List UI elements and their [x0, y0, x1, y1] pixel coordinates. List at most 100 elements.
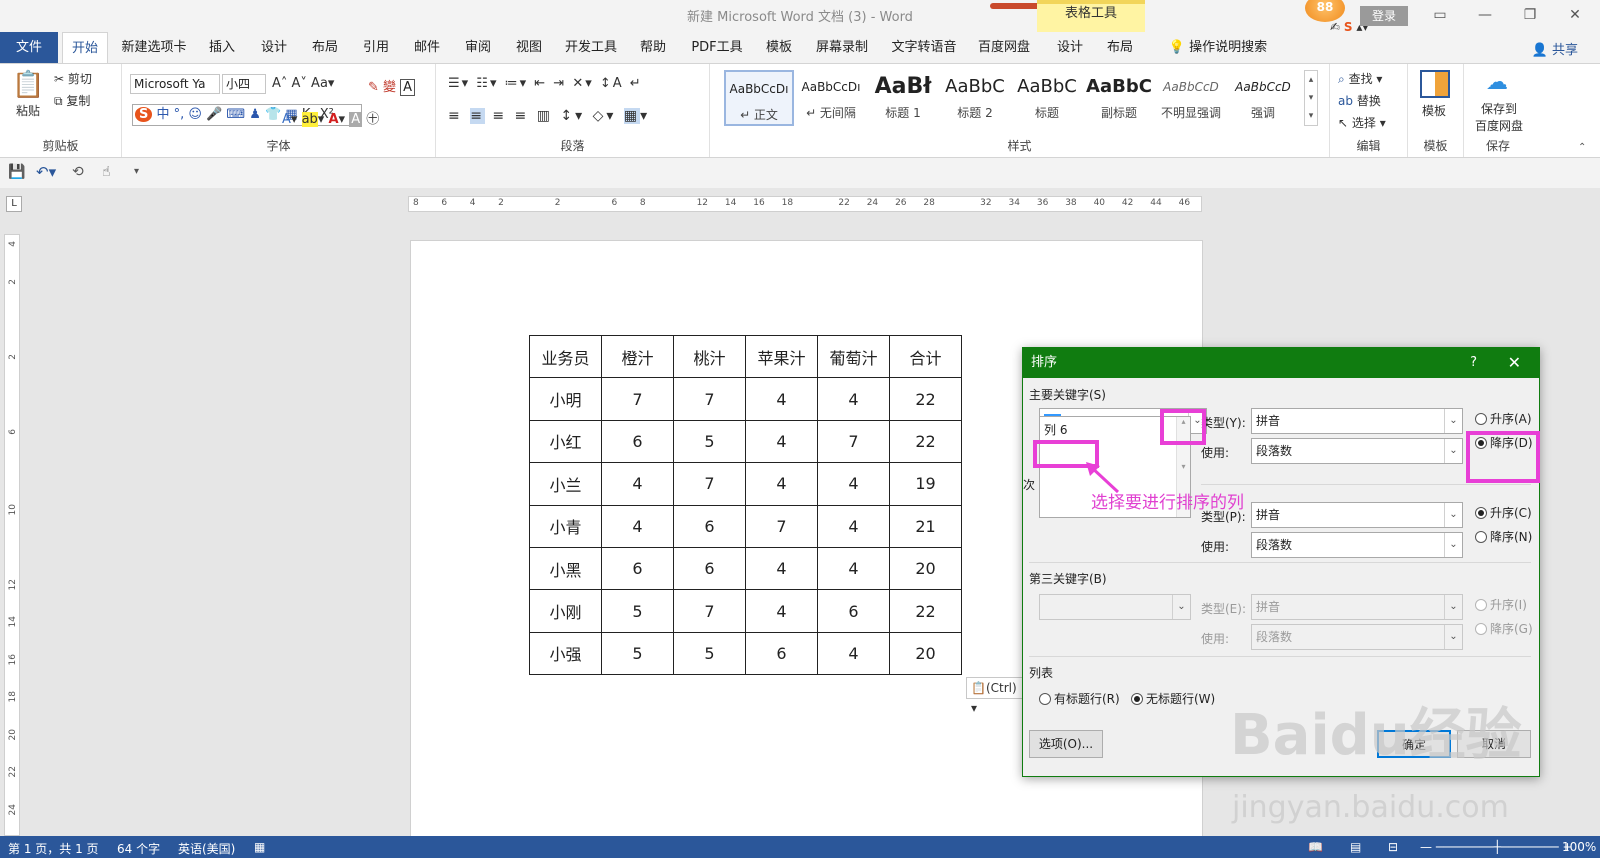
tab-tts[interactable]: 文字转语音 [886, 32, 962, 63]
table-cell[interactable]: 4 [817, 504, 890, 548]
table-cell[interactable]: 22 [889, 377, 962, 421]
save-to-baidu-button[interactable]: 保存到 百度网盘 [1474, 100, 1524, 134]
table-cell[interactable]: 桃汁 [673, 334, 746, 379]
tab-file[interactable]: 文件 [0, 32, 58, 63]
table-cell[interactable]: 小兰 [529, 462, 602, 506]
print-layout-icon[interactable]: ▤ [1350, 840, 1361, 854]
table-cell[interactable]: 合计 [889, 334, 962, 379]
tab-template[interactable]: 模板 [759, 32, 799, 63]
ribbon-display-options-icon[interactable]: ▭ [1425, 4, 1455, 26]
table-cell[interactable]: 葡萄汁 [817, 334, 890, 379]
style-title[interactable]: AaBbC 标题 [1012, 70, 1082, 126]
table-cell[interactable]: 4 [745, 589, 818, 633]
table-cell[interactable]: 6 [745, 631, 818, 676]
table-cell[interactable]: 4 [745, 377, 818, 421]
zoom-slider[interactable]: — ────────┼──────── + [1420, 840, 1573, 854]
share-button[interactable]: 👤 共享 [1532, 39, 1578, 58]
tab-view[interactable]: 视图 [509, 32, 549, 63]
table-cell[interactable]: 7 [673, 377, 746, 421]
text-effects-icon[interactable]: A▾ ab▾ A▾ A ㊉ [282, 108, 379, 127]
table-cell[interactable]: 22 [889, 419, 962, 464]
table-cell[interactable]: 小强 [529, 631, 602, 676]
style-emphasis[interactable]: AaBbCcD 强调 [1228, 70, 1298, 126]
tab-layout[interactable]: 布局 [305, 32, 345, 63]
table-cell[interactable]: 5 [673, 631, 746, 676]
save-icon[interactable]: 💾 [8, 164, 25, 180]
vertical-ruler[interactable]: 4 2 2 6 10 12 14 16 18 20 22 24 [4, 234, 20, 836]
style-no-spacing[interactable]: AaBbCcDı ↵ 无间隔 [796, 70, 866, 126]
table-cell[interactable]: 6 [601, 419, 674, 464]
table-cell[interactable]: 小明 [529, 377, 602, 421]
tell-me-search[interactable]: 💡 操作说明搜索 [1158, 32, 1278, 63]
table-cell[interactable]: 7 [817, 419, 890, 464]
tab-help[interactable]: 帮助 [633, 32, 673, 63]
alignment-buttons-icon[interactable]: ≡ ≡ ≡ ≡ ▥ ↕▾ ◇▾ ▦▾ [448, 108, 650, 124]
replace-button[interactable]: ab 替换 [1338, 92, 1381, 109]
use-select[interactable]: 段落数 ⌄ [1251, 438, 1463, 464]
type-y-select[interactable]: 拼音 ⌄ [1251, 408, 1463, 434]
language[interactable]: 英语(美国) [178, 840, 235, 857]
redo-icon[interactable]: ⟲ [72, 164, 84, 180]
table-cell[interactable]: 6 [673, 546, 746, 591]
style-heading2[interactable]: AaBbC 标题 2 [940, 70, 1010, 126]
descending-n-radio[interactable]: 降序(N) [1475, 528, 1532, 545]
table-cell[interactable]: 4 [601, 462, 674, 506]
table-cell[interactable]: 7 [601, 377, 674, 421]
close-window-button[interactable]: ✕ [1560, 4, 1590, 26]
table-cell[interactable]: 橙汁 [601, 334, 674, 379]
table-cell[interactable]: 小黑 [529, 546, 602, 591]
help-button[interactable]: ? [1470, 348, 1477, 378]
template-button-label[interactable]: 模板 [1422, 102, 1446, 119]
table-cell[interactable]: 5 [673, 419, 746, 464]
ascending-a-radio[interactable]: 升序(A) [1475, 410, 1532, 427]
table-cell[interactable]: 5 [601, 631, 674, 676]
ascending-c-radio[interactable]: 升序(C) [1475, 504, 1532, 521]
tab-pdf-tools[interactable]: PDF工具 [684, 32, 750, 63]
macro-icon[interactable]: ▦ [254, 840, 265, 854]
tab-screen-record[interactable]: 屏幕录制 [810, 32, 874, 63]
style-heading1[interactable]: AaBł 标题 1 [868, 70, 938, 126]
find-button[interactable]: ⌕ 查找 ▾ [1338, 70, 1382, 87]
collapse-ribbon-icon[interactable]: ⌃ [1578, 142, 1586, 153]
read-mode-icon[interactable]: 📖 [1308, 840, 1323, 854]
table-cell[interactable]: 19 [889, 462, 962, 506]
customize-qat-icon[interactable]: ▾ [134, 166, 139, 177]
tab-stop-selector[interactable]: L [6, 196, 22, 212]
table-cell[interactable]: 4 [817, 546, 890, 591]
table-cell[interactable]: 苹果汁 [745, 334, 818, 379]
table-cell[interactable]: 7 [673, 589, 746, 633]
tab-insert[interactable]: 插入 [202, 32, 242, 63]
clear-format-icon[interactable]: ✎ 變 A [368, 76, 416, 96]
table-cell[interactable]: 4 [817, 631, 890, 676]
table-cell[interactable]: 4 [745, 419, 818, 464]
login-button[interactable]: 登录 [1360, 6, 1408, 26]
template-icon[interactable] [1420, 70, 1450, 98]
table-cell[interactable]: 4 [817, 377, 890, 421]
tab-references[interactable]: 引用 [356, 32, 396, 63]
table-cell[interactable]: 业务员 [529, 334, 602, 379]
table-cell[interactable]: 7 [673, 462, 746, 506]
styles-scroll-icon[interactable]: ▴ ▾ ▾ [1304, 70, 1318, 126]
select-button[interactable]: ↖ 选择 ▾ [1338, 114, 1386, 131]
no-header-row-radio[interactable]: 无标题行(W) [1131, 690, 1215, 707]
style-normal[interactable]: AaBbCcDı ↵ 正文 [724, 70, 794, 126]
use2-select[interactable]: 段落数 ⌄ [1251, 532, 1463, 558]
baidu-cloud-icon[interactable]: ☁ [1486, 70, 1508, 95]
paste-label[interactable]: 粘贴 [16, 102, 40, 119]
table-cell[interactable]: 6 [673, 504, 746, 548]
word-count[interactable]: 64 个字 [117, 840, 160, 857]
font-size-select[interactable]: 小四 [222, 74, 266, 94]
tab-table-design[interactable]: 设计 [1050, 32, 1090, 63]
list-buttons-icon[interactable]: ☰▾ ☷▾ ≔▾ ⇤ ⇥ ✕▾ ↕A ↵ [448, 76, 643, 91]
table-cell[interactable]: 6 [817, 589, 890, 633]
page-count[interactable]: 第 1 页，共 1 页 [8, 840, 99, 857]
table-cell[interactable]: 小红 [529, 419, 602, 464]
table-cell[interactable]: 20 [889, 546, 962, 591]
tab-table-layout[interactable]: 布局 [1100, 32, 1140, 63]
tab-baidu[interactable]: 百度网盘 [972, 32, 1036, 63]
tab-mailings[interactable]: 邮件 [407, 32, 447, 63]
web-layout-icon[interactable]: ⊟ [1388, 840, 1398, 854]
table-cell[interactable]: 小青 [529, 504, 602, 548]
copy-button[interactable]: ⧉ 复制 [54, 92, 90, 109]
column-6-option[interactable]: 列 6 [1044, 421, 1067, 438]
